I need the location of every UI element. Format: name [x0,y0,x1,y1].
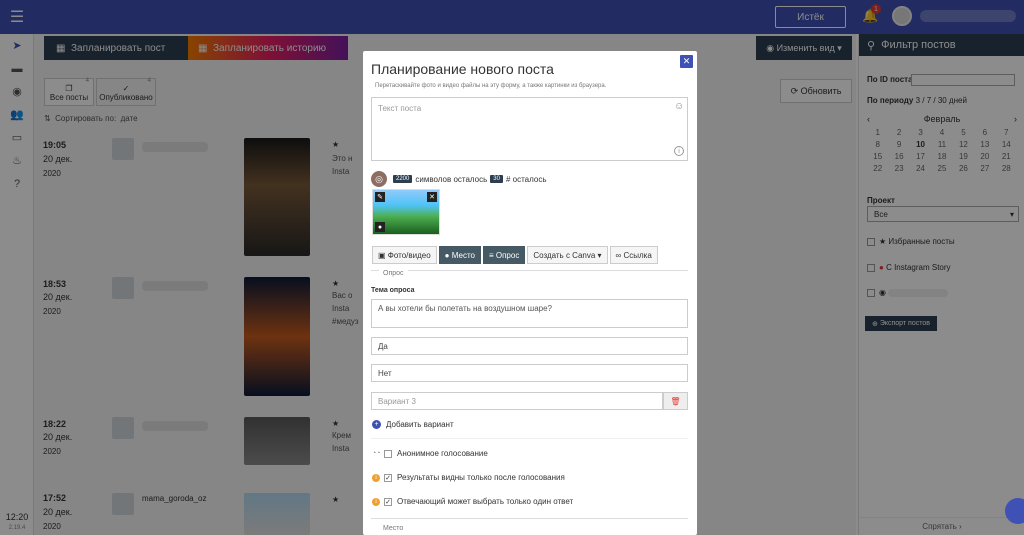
post-toolbar: ▣ Фото/видео ● Место ≡ Опрос Создать с C… [372,246,660,264]
divider [371,438,688,439]
drag-drop-hint: Перетаскивайте фото и видео файлы на эту… [375,83,607,89]
poll-topic-input[interactable]: А вы хотели бы полетать на воздушном шар… [371,299,688,328]
canva-label: Создать с Canva [533,250,596,260]
hashtags-left-badge: 30 [490,175,503,183]
link-button[interactable]: ∞ Ссылка [609,246,658,264]
remove-icon[interactable]: ✕ [427,192,437,202]
char-counter: ◎ 2200 символов осталось 30 # осталось [371,171,547,187]
photo-video-label: Фото/видео [387,250,431,260]
divider [371,518,688,519]
info-icon: i [372,497,380,506]
poll-section-divider: Опрос [371,270,688,278]
place-section-label: Место [383,525,404,532]
single-answer-checkbox[interactable]: ✓ [384,497,392,506]
map-marker-icon: ● [444,250,452,260]
attached-image[interactable]: ✎ ✕ ● [372,189,440,235]
single-answer-option[interactable]: i ✓ Отвечающий может выбрать только один… [372,497,573,506]
app-root: ☰ Истёк 🔔 1 ➤ ▬ ◉ 👥 ▭ ♨ ? 12:20 2.19.4 ▦… [0,0,1024,535]
instagram-icon: ◎ [371,171,387,187]
poll-option-1[interactable]: Да [371,337,688,355]
poll-section-label: Опрос [379,270,408,277]
post-text-input[interactable]: Текст поста [371,97,688,161]
anonymous-label: Анонимное голосование [397,449,488,458]
emoji-icon[interactable]: ☺ [674,101,684,112]
add-option-label: Добавить вариант [386,420,454,429]
place-label: Место [451,250,475,260]
close-icon[interactable]: ✕ [680,55,693,68]
chat-icon[interactable] [1005,498,1024,524]
chars-left-label: символов осталось [415,174,488,184]
new-post-modal: Планирование нового поста ✕ Перетаскивай… [363,51,697,535]
modal-title: Планирование нового поста [371,61,554,77]
anonymous-checkbox[interactable] [384,449,392,458]
trash-icon[interactable]: 🗑 [663,392,688,410]
results-after-option[interactable]: i ✓ Результаты видны только после голосо… [372,473,565,482]
poll-topic-label: Тема опроса [371,287,415,294]
user-tag-icon[interactable]: ● [375,222,385,232]
canva-button[interactable]: Создать с Canva ▾ [527,246,608,264]
link-icon: ∞ [615,250,624,260]
single-answer-label: Отвечающий может выбрать только один отв… [397,497,574,506]
list-icon: ≡ [488,250,496,260]
photo-video-button[interactable]: ▣ Фото/видео [372,246,437,264]
anonymous-option[interactable]: ◔◔ Анонимное голосование [372,449,488,458]
hashtags-left-label: # осталось [505,174,547,184]
info-icon[interactable]: i [674,146,684,156]
edit-icon[interactable]: ✎ [375,192,385,202]
info-icon: i [372,473,380,482]
incognito-icon: ◔◔ [372,450,381,457]
results-after-checkbox[interactable]: ✓ [384,473,392,482]
chars-left-badge: 2200 [393,175,413,183]
poll-option-2[interactable]: Нет [371,364,688,382]
image-icon: ▣ [378,250,388,260]
add-option-button[interactable]: + Добавить вариант [372,420,454,429]
poll-button[interactable]: ≡ Опрос [482,246,526,264]
link-label: Ссылка [623,250,652,260]
poll-option-3[interactable]: Вариант 3 [371,392,663,410]
results-after-label: Результаты видны только после голосовани… [397,473,565,482]
place-button[interactable]: ● Место [438,246,481,264]
chevron-down-icon: ▾ [595,250,602,260]
plus-icon: + [372,420,381,429]
poll-label: Опрос [495,250,520,260]
